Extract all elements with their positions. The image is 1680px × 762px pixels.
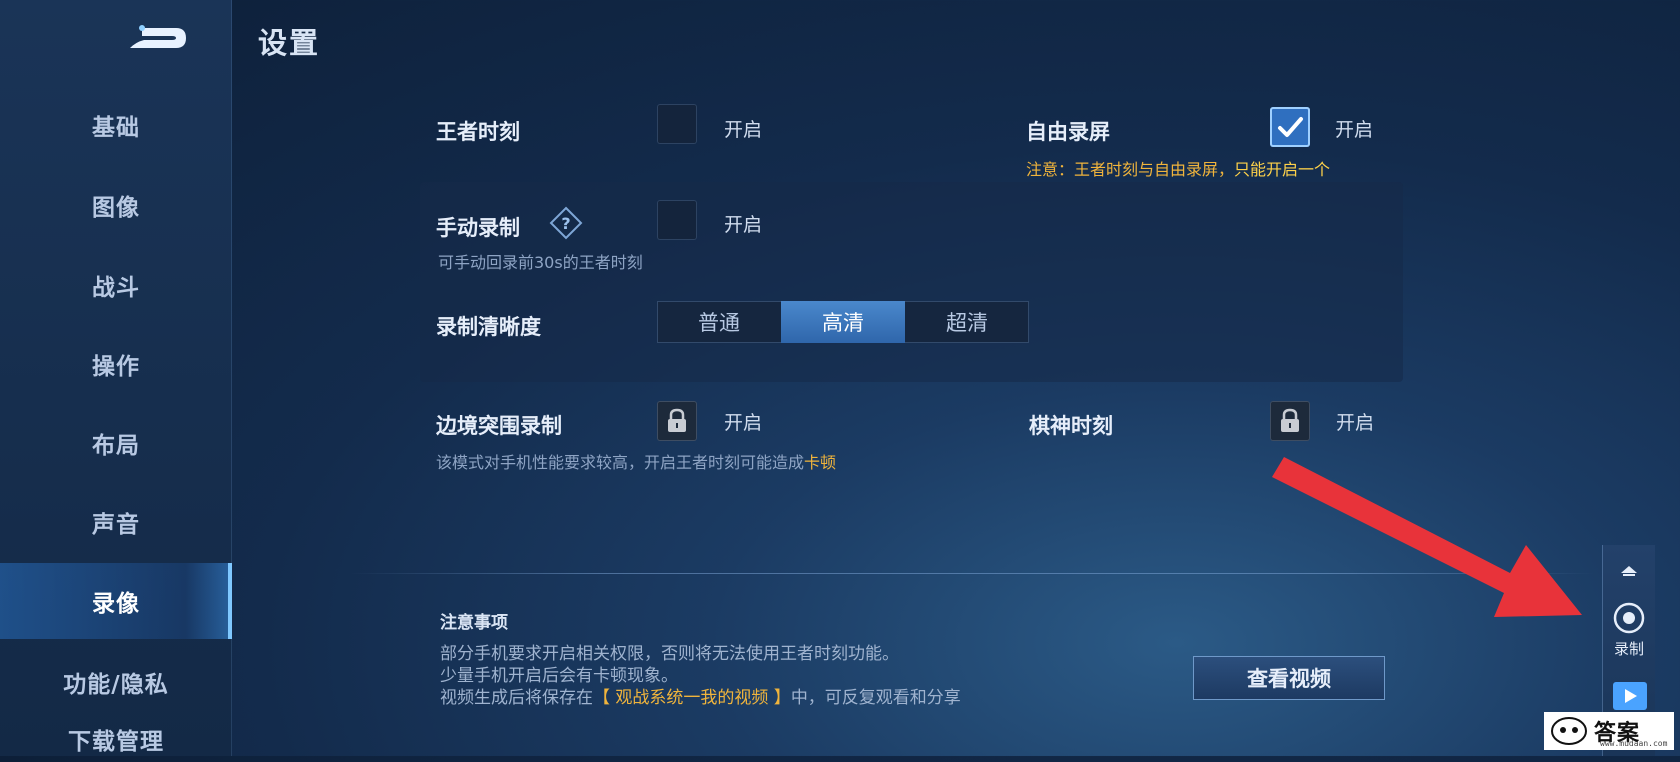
manual-record-toggle-label: 开启	[724, 214, 763, 236]
sidebar-item-graphics[interactable]: 图像	[0, 167, 232, 243]
border-breakout-subtext: 该模式对手机性能要求较高，开启王者时刻可能造成卡顿	[436, 449, 836, 473]
sidebar-item-sound[interactable]: 声音	[0, 484, 232, 560]
back-button[interactable]	[122, 20, 192, 60]
chevron-up-icon[interactable]	[1618, 563, 1640, 579]
manual-record-label: 手动录制	[436, 216, 520, 240]
free-record-label: 自由录屏	[1026, 120, 1110, 144]
wangzhe-moment-toggle-label: 开启	[724, 119, 763, 141]
quality-option-normal[interactable]: 普通	[657, 301, 781, 343]
note-line-3-suffix: 中，可反复观看和分享	[790, 688, 961, 708]
quality-option-hd[interactable]: 高清	[781, 301, 905, 343]
chess-moment-lock	[1270, 401, 1310, 441]
border-breakout-label: 边境突围录制	[436, 414, 562, 438]
record-button-icon[interactable]	[1612, 601, 1646, 635]
quality-option-ultra[interactable]: 超清	[905, 301, 1029, 343]
dock-record-label: 录制	[1613, 640, 1644, 658]
sidebar-item-function-privacy[interactable]: 功能/隐私	[0, 644, 232, 720]
sidebar-item-layout[interactable]: 布局	[0, 405, 232, 481]
chess-moment-toggle-label: 开启	[1336, 412, 1375, 434]
manual-record-checkbox[interactable]	[657, 200, 697, 240]
wangzhe-moment-checkbox[interactable]	[657, 104, 697, 144]
free-record-checkbox[interactable]	[1270, 107, 1310, 147]
free-record-toggle-label: 开启	[1335, 119, 1374, 141]
lock-icon	[668, 408, 686, 432]
border-breakout-toggle-label: 开启	[724, 412, 763, 434]
border-breakout-subtext-highlight: 卡顿	[804, 453, 837, 472]
video-play-icon[interactable]	[1612, 681, 1648, 711]
notes-title: 注意事项	[440, 613, 508, 633]
note-line-3-prefix: 视频生成后将保存在	[440, 688, 593, 708]
svg-text:?: ?	[561, 214, 570, 233]
sidebar-item-recording[interactable]: 录像	[0, 563, 232, 639]
wangzhe-moment-label: 王者时刻	[436, 120, 520, 144]
border-breakout-subtext-prefix: 该模式对手机性能要求较高，开启王者时刻可能造成	[436, 453, 805, 472]
watermark-url: www.mudaan.com	[1600, 739, 1668, 748]
page-title: 设置	[258, 26, 321, 60]
watermark-logo: 答案 www.mudaan.com	[1544, 712, 1674, 750]
sidebar: 基础 图像 战斗 操作 布局 声音 录像 功能/隐私 下载管理	[0, 0, 232, 756]
lock-icon	[1281, 408, 1299, 432]
quality-selector: 普通 高清 超清	[657, 301, 1029, 343]
sidebar-item-basic[interactable]: 基础	[0, 87, 232, 163]
sidebar-item-download[interactable]: 下载管理	[0, 722, 232, 762]
watermark-icon	[1551, 717, 1587, 745]
checkmark-icon	[1278, 117, 1303, 137]
question-diamond-icon[interactable]: ?	[549, 206, 583, 240]
note-line-3-highlight: 【 观战系统一我的视频 】	[593, 688, 791, 708]
quality-label: 录制清晰度	[436, 315, 541, 339]
free-record-note-prefix: 注意：王者时刻与自由录屏，	[1026, 160, 1235, 179]
manual-record-subtext: 可手动回录前30s的王者时刻	[438, 253, 643, 272]
back-arrow-icon	[130, 25, 186, 48]
sidebar-item-controls[interactable]: 操作	[0, 326, 232, 402]
border-breakout-lock	[657, 401, 697, 441]
chess-moment-label: 棋神时刻	[1029, 414, 1113, 438]
free-record-note: 注意：王者时刻与自由录屏，只能开启一个	[1026, 156, 1330, 180]
red-arrow-icon	[1272, 457, 1582, 617]
view-video-button[interactable]: 查看视频	[1193, 656, 1385, 700]
free-record-note-highlight: 只能开启一个	[1234, 160, 1331, 179]
note-line-3: 视频生成后将保存在【 观战系统一我的视频 】中，可反复观看和分享	[440, 683, 961, 708]
sidebar-item-combat[interactable]: 战斗	[0, 247, 232, 323]
